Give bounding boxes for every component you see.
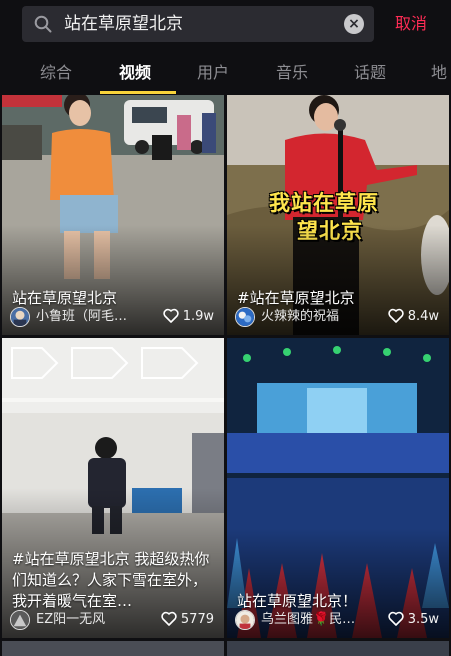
video-title: 站在草原望北京！ — [237, 592, 358, 610]
like-count-value: 1.9w — [182, 309, 214, 324]
author-avatar — [10, 610, 30, 630]
like-count: 5779 — [161, 610, 214, 630]
video-title: 站在草原望北京 — [12, 289, 118, 307]
tab-videos[interactable]: 视频 — [119, 56, 151, 90]
video-meta: 小鲁班（阿毛… 1.9w — [10, 307, 216, 327]
search-input[interactable]: 站在草原望北京 — [64, 6, 183, 42]
like-count: 8.4w — [388, 307, 439, 327]
video-card-1[interactable]: 站在草原望北京 小鲁班（阿毛… 1.9w — [2, 95, 224, 335]
like-count-value: 8.4w — [407, 309, 439, 324]
video-meta: 乌兰图雅🌹民… 3.5w — [235, 610, 441, 630]
author-name[interactable]: EZ阳一无风 — [36, 610, 128, 630]
author-avatar — [235, 610, 255, 630]
tab-music[interactable]: 音乐 — [276, 56, 308, 90]
heart-icon — [388, 308, 404, 323]
author-avatar — [235, 307, 255, 327]
video-card-5-partial[interactable] — [2, 641, 224, 656]
video-overlay-caption-line-1: 我站在草原 — [269, 191, 379, 215]
author-name[interactable]: 乌兰图雅🌹民… — [261, 610, 371, 630]
tab-location[interactable]: 地 — [431, 56, 447, 90]
like-count-value: 3.5w — [407, 612, 439, 627]
heart-icon — [388, 611, 404, 626]
tab-users[interactable]: 用户 — [197, 56, 229, 90]
video-title: #站在草原望北京 我超级热你们知道么？人家下雪在室外，我开着暖气在室… — [12, 550, 210, 610]
cancel-button[interactable]: 取消 — [395, 6, 427, 42]
like-count: 1.9w — [163, 307, 214, 327]
video-card-6-partial[interactable] — [227, 641, 449, 656]
video-meta: EZ阳一无风 5779 — [10, 610, 216, 630]
like-count: 3.5w — [388, 610, 439, 630]
search-bar[interactable]: 站在草原望北京 × — [22, 6, 374, 42]
heart-icon — [163, 308, 179, 323]
active-tab-indicator — [100, 91, 176, 94]
tab-topics[interactable]: 话题 — [354, 56, 386, 90]
search-icon — [34, 15, 52, 33]
like-count-value: 5779 — [180, 612, 214, 627]
search-result-tabs: 综合 视频 用户 音乐 话题 地 — [0, 56, 451, 94]
video-card-3[interactable]: #站在草原望北京 我超级热你们知道么？人家下雪在室外，我开着暖气在室… EZ阳一… — [2, 338, 224, 638]
video-meta: 火辣辣的祝福 8.4w — [235, 307, 441, 327]
author-name[interactable]: 火辣辣的祝福 — [261, 307, 371, 327]
video-title: #站在草原望北京 — [237, 289, 355, 307]
video-card-2[interactable]: 我站在草原 望北京 #站在草原望北京 火辣辣的祝福 8.4w — [227, 95, 449, 335]
clear-search-button[interactable]: × — [344, 14, 364, 34]
tab-comprehensive[interactable]: 综合 — [40, 56, 72, 90]
author-avatar — [10, 307, 30, 327]
heart-icon — [161, 611, 177, 626]
author-name[interactable]: 小鲁班（阿毛… — [36, 307, 136, 327]
video-card-4[interactable]: 站在草原望北京！ 乌兰图雅🌹民… 3.5w — [227, 338, 449, 638]
